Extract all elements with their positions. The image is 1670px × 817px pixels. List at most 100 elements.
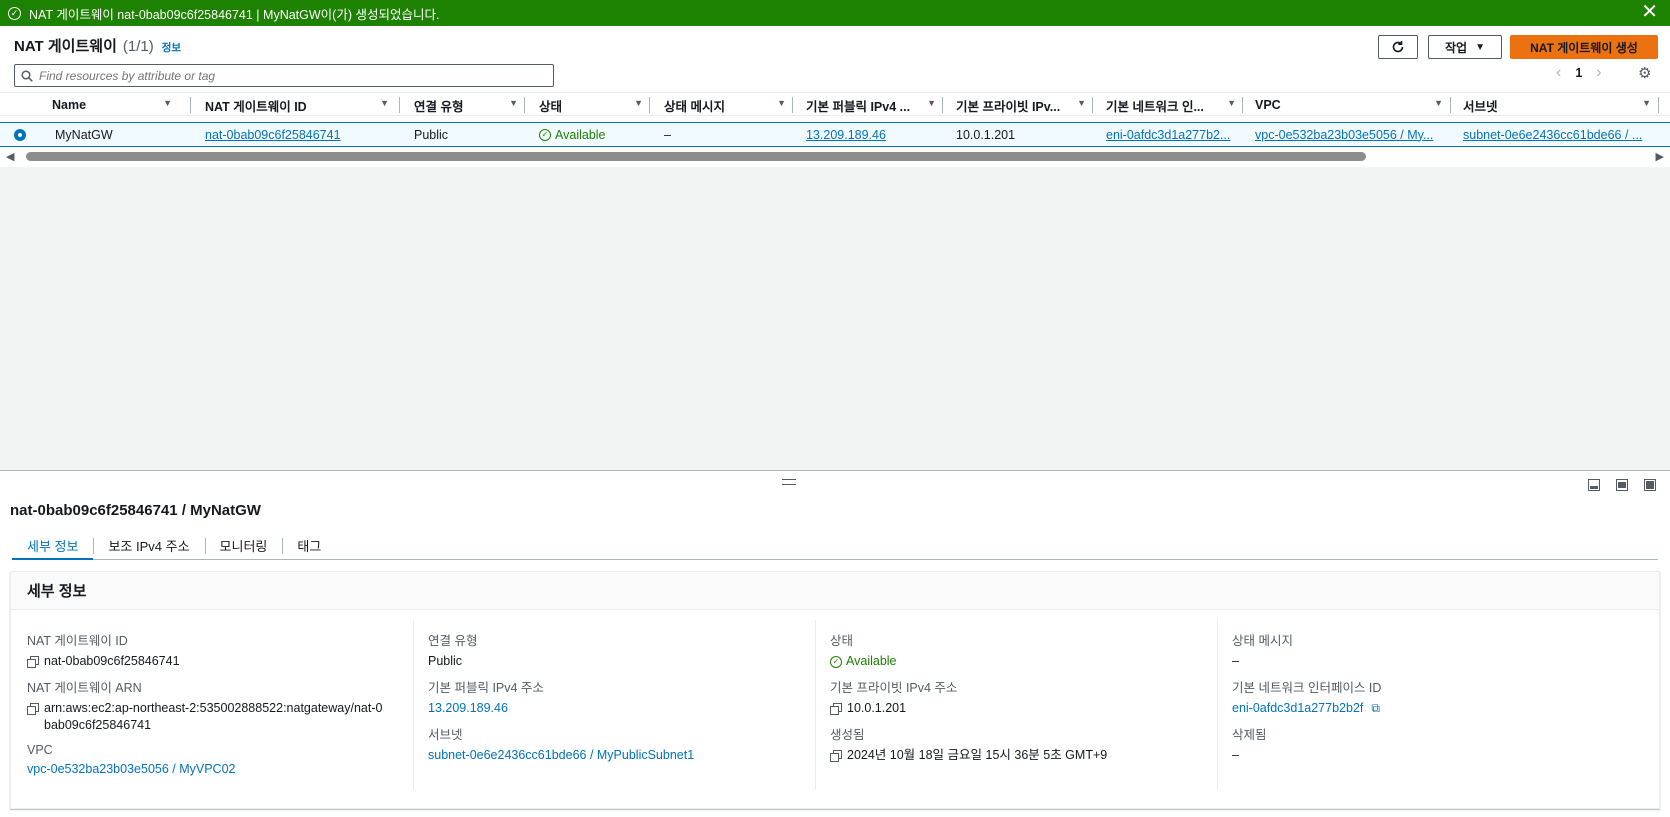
column-divider[interactable] (792, 97, 793, 113)
field-private-ip: 기본 프라이빗 IPv4 주소 10.0.1.201 (830, 677, 957, 717)
cell-subnet-link[interactable]: subnet-0e6e2436cc61bde66 / ... (1463, 123, 1657, 146)
column-divider[interactable] (1092, 97, 1093, 113)
field-state: 상태 ✓ Available (830, 630, 897, 670)
sort-icon: ▼ (777, 98, 786, 108)
column-divider[interactable] (524, 97, 525, 113)
search-icon (21, 69, 33, 82)
value-nat-id: nat-0bab09c6f25846741 (44, 654, 180, 668)
copy-icon[interactable] (27, 656, 39, 668)
column-header-connectivity[interactable]: 연결 유형 ▼ (414, 93, 524, 117)
label-state-message: 상태 메시지 (1232, 634, 1293, 648)
cell-eni-link[interactable]: eni-0afdc3d1a277b2... (1106, 123, 1242, 146)
tab-tags[interactable]: 태그 (282, 532, 336, 559)
row-select-radio[interactable] (14, 129, 26, 141)
cell-private-ip: 10.0.1.201 (956, 127, 1016, 142)
cell-public-ip-link[interactable]: 13.209.189.46 (806, 123, 942, 146)
field-subnet: 서브넷 subnet-0e6e2436cc61bde66 / MyPublicS… (428, 724, 694, 764)
column-header-public-ip[interactable]: 기본 퍼블릭 IPv4 ... ▼ (806, 93, 942, 117)
table-header-row: Name ▼ NAT 게이트웨이 ID ▼ 연결 유형 ▼ 상태 ▼ 상태 메시지 ▼ 기… (0, 92, 1670, 116)
scroll-right-icon[interactable]: ▶ (1656, 150, 1664, 163)
field-nat-id: NAT 게이트웨이 ID nat-0bab09c6f25846741 (27, 630, 180, 670)
close-icon[interactable]: ✕ (1641, 2, 1658, 22)
label-deleted: 삭제됨 (1232, 728, 1267, 742)
field-eni: 기본 네트워크 인터페이스 ID eni-0afdc3d1a277b2b2f ⧉ (1232, 677, 1381, 717)
refresh-icon (1392, 41, 1404, 53)
cell-nat-id-link[interactable]: nat-0bab09c6f25846741 (205, 123, 395, 146)
value-eni-link[interactable]: eni-0afdc3d1a277b2b2f (1232, 700, 1363, 717)
copy-icon[interactable] (27, 703, 39, 715)
table-header: NAT 게이트웨이 (1/1) 정보 (14, 35, 181, 56)
column-divider[interactable] (1450, 97, 1451, 113)
sort-icon: ▼ (380, 98, 389, 108)
current-page[interactable]: 1 (1575, 66, 1582, 80)
label-created: 생성됨 (830, 728, 865, 742)
label-subnet: 서브넷 (428, 728, 463, 742)
success-flashbar: ✓ NAT 게이트웨이 nat-0bab09c6f25846741 | MyNa… (0, 0, 1670, 26)
tab-secondary-ipv4[interactable]: 보조 IPv4 주소 (93, 532, 204, 559)
label-public-ip: 기본 퍼블릭 IPv4 주소 (428, 681, 544, 695)
column-divider[interactable] (399, 97, 400, 113)
copy-icon[interactable] (830, 750, 842, 762)
column-divider[interactable] (1242, 97, 1243, 113)
split-panel: nat-0bab09c6f25846741 / MyNatGW 세부 정보 보조… (0, 470, 1670, 817)
value-private-ip: 10.0.1.201 (847, 701, 907, 715)
scroll-left-icon[interactable]: ◀ (6, 150, 14, 163)
value-vpc-link[interactable]: vpc-0e532ba23b03e5056 / MyVPC02 (27, 761, 235, 778)
column-divider[interactable] (190, 97, 191, 113)
column-divider[interactable] (649, 97, 650, 113)
table-row[interactable]: MyNatGW nat-0bab09c6f25846741 Public ✓ Av… (0, 122, 1670, 147)
prev-page-icon[interactable]: ‹ (1556, 64, 1561, 82)
details-column-2: 연결 유형 Public 기본 퍼블릭 IPv4 주소 13.209.189.4… (413, 620, 815, 790)
horizontal-scrollbar[interactable]: ◀ ▶ (0, 148, 1670, 164)
search-input[interactable] (39, 68, 539, 83)
label-private-ip: 기본 프라이빗 IPv4 주소 (830, 681, 958, 695)
column-header-name[interactable]: Name ▼ (52, 93, 178, 117)
column-header-state-message[interactable]: 상태 메시지 ▼ (664, 93, 792, 117)
cell-vpc-link[interactable]: vpc-0e532ba23b03e5056 / My... (1255, 123, 1449, 146)
tab-monitoring[interactable]: 모니터링 (204, 532, 283, 559)
scrollbar-thumb[interactable] (26, 152, 1366, 161)
column-divider[interactable] (942, 97, 943, 113)
label-arn: NAT 게이트웨이 ARN (27, 681, 142, 695)
value-created: 2024년 10월 18일 금요일 15시 36분 5초 GMT+9 (847, 748, 1108, 762)
panel-side-icon[interactable] (1616, 479, 1628, 491)
caret-down-icon: ▼ (1475, 41, 1485, 53)
item-count: (1/1) (122, 38, 154, 55)
column-header-id[interactable]: NAT 게이트웨이 ID ▼ (205, 93, 395, 117)
column-header-subnet[interactable]: 서브넷 ▼ (1463, 93, 1657, 117)
field-connectivity: 연결 유형 Public (428, 630, 477, 670)
panel-full-icon[interactable] (1644, 479, 1656, 491)
tab-details[interactable]: 세부 정보 (12, 532, 94, 560)
column-header-private-ip[interactable]: 기본 프라이빗 IPv... ▼ (956, 93, 1092, 117)
column-header-eni[interactable]: 기본 네트워크 인... ▼ (1106, 93, 1242, 117)
details-container: 세부 정보 NAT 게이트웨이 ID nat-0bab09c6f25846741… (10, 571, 1660, 809)
column-header-vpc[interactable]: VPC ▼ (1255, 93, 1449, 117)
info-link[interactable]: 정보 (162, 40, 181, 55)
gear-icon[interactable]: ⚙ (1638, 64, 1651, 82)
column-header-state[interactable]: 상태 ▼ (539, 93, 649, 117)
sort-icon: ▼ (927, 98, 936, 108)
value-arn: arn:aws:ec2:ap-northeast-2:535002888522:… (44, 701, 383, 732)
value-subnet-link[interactable]: subnet-0e6e2436cc61bde66 / MyPublicSubne… (428, 747, 694, 764)
actions-label: 작업 (1445, 40, 1468, 55)
field-created: 생성됨 2024년 10월 18일 금요일 15시 36분 5초 GMT+9 (830, 724, 1107, 764)
external-link-icon[interactable]: ⧉ (1371, 700, 1380, 717)
panel-bottom-icon[interactable] (1588, 479, 1600, 491)
sort-icon: ▼ (1227, 98, 1236, 108)
label-eni: 기본 네트워크 인터페이스 ID (1232, 681, 1382, 695)
cell-name: MyNatGW (55, 127, 113, 142)
refresh-button[interactable] (1378, 35, 1418, 59)
drag-handle-icon[interactable] (782, 479, 796, 485)
create-nat-gateway-button[interactable]: NAT 게이트웨이 생성 (1510, 35, 1658, 59)
column-divider[interactable] (1658, 97, 1659, 113)
page-title: NAT 게이트웨이 (14, 38, 117, 55)
status-indicator: ✓ Available (830, 653, 897, 670)
next-page-icon[interactable]: › (1596, 64, 1601, 82)
search-box[interactable] (14, 64, 554, 87)
field-public-ip: 기본 퍼블릭 IPv4 주소 13.209.189.46 (428, 677, 544, 717)
details-column-3: 상태 ✓ Available 기본 프라이빗 IPv4 주소 10.0.1.201… (815, 620, 1217, 790)
copy-icon[interactable] (830, 703, 842, 715)
actions-button[interactable]: 작업 ▼ (1428, 35, 1502, 59)
nat-gateway-table: NAT 게이트웨이 (1/1) 정보 작업 ▼ NAT 게이트웨이 생성 ‹ 1… (0, 26, 1670, 167)
value-public-ip-link[interactable]: 13.209.189.46 (428, 700, 544, 717)
